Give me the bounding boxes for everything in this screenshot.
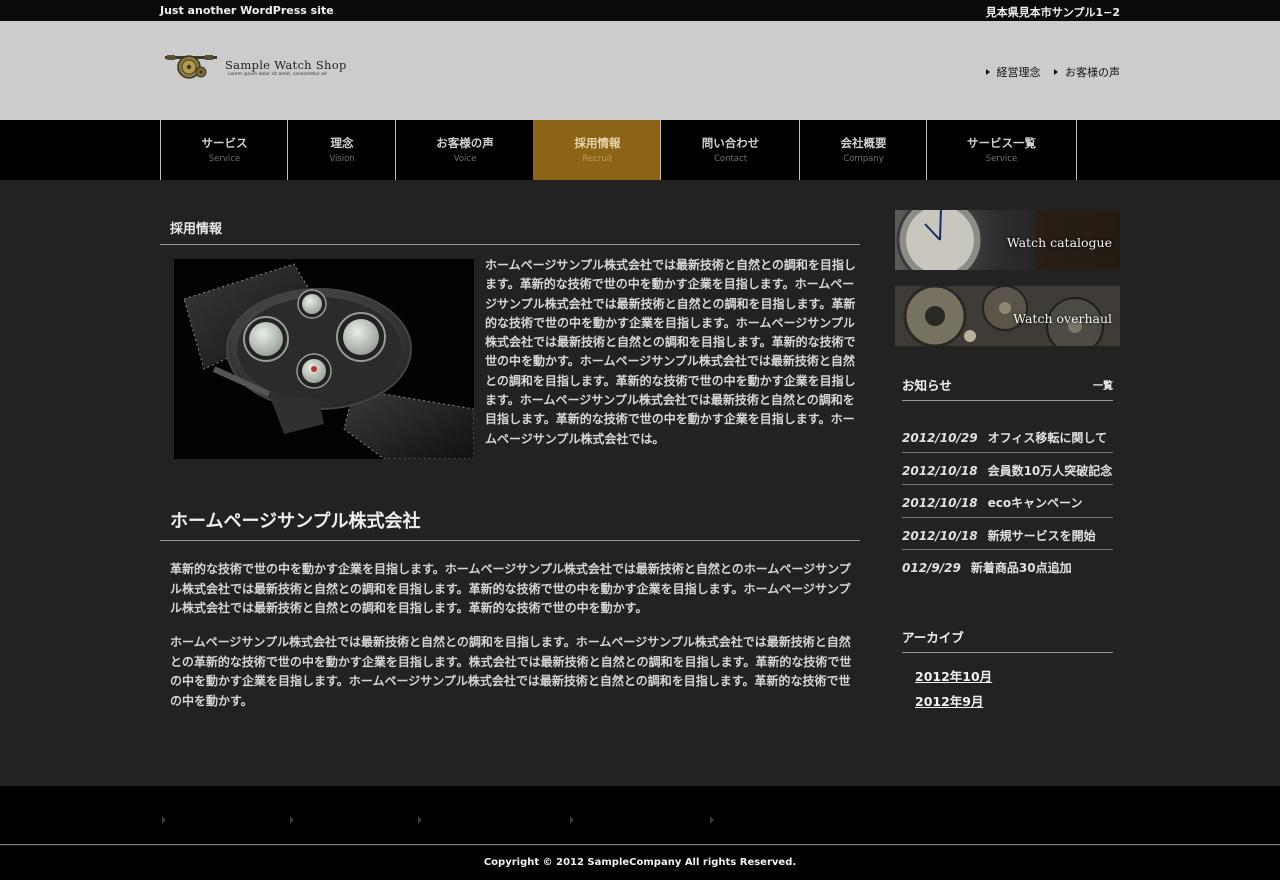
footer-arrow-icon[interactable] [710,816,714,824]
header-links: 経営理念 お客様の声 [976,64,1120,80]
watch-image-icon [174,259,475,460]
nav-item-service[interactable]: サービス Service [160,120,288,180]
nav-item-contact[interactable]: 問い合わせ Contact [660,120,800,180]
top-bar: Just another WordPress site 見本県見本市サンプル1−… [0,0,1280,21]
banner-watch-overhaul[interactable]: Watch overhaul [895,286,1120,346]
news-heading: お知らせ 一覧 [902,375,1113,401]
nav-item-vision[interactable]: 理念 Vision [287,120,396,180]
site-tagline: Just another WordPress site [160,4,334,17]
banner-label: Watch overhaul [1013,311,1112,326]
footer-arrow-icon[interactable] [290,816,294,824]
company-paragraph-1: 革新的な技術で世の中を動かす企業を目指します。ホームページサンプル株式会社では最… [170,562,851,615]
footer-nav [0,786,1280,845]
nav-item-recruit[interactable]: 採用情報 Recruit [533,120,661,180]
nav-item-service-list[interactable]: サービス一覧 Service [926,120,1077,180]
page-title: 採用情報 [160,218,860,245]
site-header: Sample Watch Shop Lorem ipsum dolor sit … [0,21,1280,120]
logo-name: Sample Watch Shop [225,58,347,72]
main-nav: サービス Service 理念 Vision お客様の声 Voice 採用情報 … [0,120,1280,180]
company-paragraph-2: ホームページサンプル株式会社では最新技術と自然との調和を目指します。ホームページ… [170,635,852,708]
arrow-right-icon [1054,69,1058,75]
header-link-voice[interactable]: お客様の声 [1054,64,1120,80]
watch-photo [174,259,475,460]
footer-arrow-icon[interactable] [570,816,574,824]
news-view-all-link[interactable]: 一覧 [1093,377,1113,392]
archive-link-2012-10[interactable]: 2012年10月 [915,666,992,685]
footer-arrow-icon[interactable] [162,816,166,824]
arrow-right-icon [985,69,990,75]
copyright: Copyright © 2012 SampleCompany All right… [0,846,1280,880]
nav-item-company[interactable]: 会社概要 Company [799,120,927,180]
recruit-intro-text: ホームページサンプル株式会社では最新技術と自然との調和を目指します。革新的な技術… [485,258,856,446]
header-link-philosophy[interactable]: 経営理念 [985,64,1041,80]
footer-arrow-icon[interactable] [418,816,422,824]
nav-item-voice[interactable]: お客様の声 Voice [395,120,534,180]
news-item[interactable]: 2012/10/29 オフィス移転に関して [902,420,1113,453]
site-logo[interactable]: Sample Watch Shop Lorem ipsum dolor sit … [165,51,365,91]
news-list: 2012/10/29 オフィス移転に関して 2012/10/18 会員数10万人突破… [902,420,1113,583]
logo-subtitle: Lorem ipsum dolor sit amet, consectetur … [228,72,327,77]
news-item[interactable]: 012/9/29 新着商品30点追加 [902,550,1113,583]
archive-heading: アーカイブ [902,627,1113,653]
news-item[interactable]: 2012/10/18 会員数10万人突破記念 [902,453,1113,485]
site-address: 見本県見本市サンプル1−2 [985,6,1120,19]
watch-gear-logo-icon [165,55,217,79]
company-heading: ホームページサンプル株式会社 [160,507,860,541]
banner-watch-catalogue[interactable]: Watch catalogue [895,210,1120,270]
news-item[interactable]: 2012/10/18 ecoキャンペーン [902,485,1113,518]
archive-link-2012-09[interactable]: 2012年9月 [915,691,992,710]
news-item[interactable]: 2012/10/18 新規サービスを開始 [902,518,1113,550]
archive-list: 2012年10月 2012年9月 [915,666,992,716]
banner-label: Watch catalogue [1006,235,1112,250]
